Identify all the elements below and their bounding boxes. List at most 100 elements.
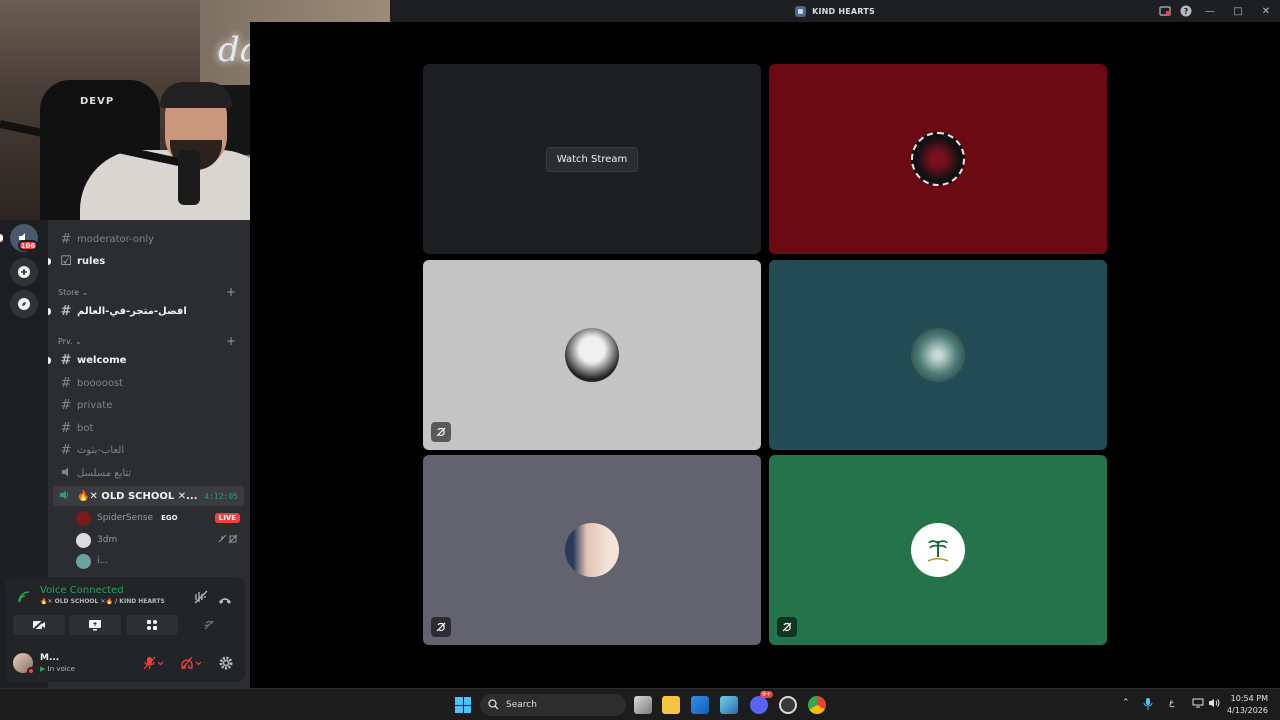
language-indicator[interactable]: ع [1169, 698, 1174, 708]
search-label: Search [506, 700, 537, 710]
user-status-text: In voice [47, 665, 75, 673]
channel-rules[interactable]: ☑ rules [53, 251, 244, 271]
voice-stage: Watch Stream [250, 22, 1280, 688]
close-icon[interactable]: ✕ [1252, 6, 1280, 17]
voice-channel-label: 🔥✕ OLD SCHOOL ✕... [77, 490, 198, 502]
voice-channel-old-school[interactable]: 🔥✕ OLD SCHOOL ✕... 4:12:05 [53, 486, 244, 506]
live-badge: LIVE [214, 513, 240, 523]
stream-tile[interactable]: Watch Stream [423, 64, 761, 254]
discover-icon[interactable] [10, 290, 38, 318]
hash-icon: # [60, 231, 72, 247]
category-label: Prv. ⌄ [58, 336, 82, 346]
deafen-icon[interactable] [181, 655, 203, 674]
participant-tile[interactable] [423, 260, 761, 450]
speaker-icon [59, 490, 73, 503]
video-off-icon [431, 422, 451, 442]
voice-member[interactable]: SpiderSense EGO LIVE [76, 508, 244, 528]
hash-icon: # [60, 375, 72, 391]
voice-member[interactable]: i... [76, 551, 244, 571]
channel-private[interactable]: # private [53, 395, 244, 415]
channel-label: rules [77, 255, 106, 267]
taskbar-clock[interactable]: 10:54 PM 4/13/2026 [1227, 693, 1268, 717]
taskbar-search[interactable]: Search [480, 694, 626, 716]
discord-taskbar-icon[interactable] [750, 696, 768, 714]
member-name: SpiderSense [97, 513, 154, 523]
add-server-icon[interactable] [10, 258, 38, 286]
voice-channel-name[interactable]: 🔥✕ OLD SCHOOL ✕🔥 / KIND HEARTS [40, 598, 165, 605]
channel-games[interactable]: # العاب-بثوث [53, 440, 244, 460]
member-name: 3dm [97, 535, 118, 545]
svg-text:?: ? [1184, 7, 1189, 16]
mic-muted-icon[interactable] [143, 655, 165, 674]
unread-pip [48, 357, 51, 364]
voice-status-icon: ▶ [40, 665, 46, 673]
participant-tile[interactable] [423, 455, 761, 645]
username[interactable]: M... [40, 653, 59, 663]
category-prv[interactable]: Prv. ⌄ + [58, 334, 244, 348]
add-channel-icon[interactable]: + [226, 285, 236, 299]
network-icon[interactable] [1192, 698, 1204, 711]
headset [160, 82, 232, 108]
volume-icon[interactable] [1208, 698, 1220, 711]
unread-pip [48, 308, 51, 315]
channel-welcome[interactable]: # welcome [53, 350, 244, 370]
participant-tile[interactable] [769, 64, 1107, 254]
participant-avatar [911, 523, 965, 577]
voice-timer: 4:12:05 [204, 491, 238, 501]
noise-suppression-icon[interactable] [194, 589, 208, 608]
maximize-icon[interactable]: □ [1224, 6, 1252, 17]
discord-badge: 9+ [760, 691, 773, 698]
participant-tile[interactable] [769, 260, 1107, 450]
mic-tray-icon[interactable] [1143, 698, 1153, 713]
add-channel-icon[interactable]: + [226, 334, 236, 348]
window-title-text: KIND HEARTS [812, 6, 875, 16]
server-selected-pill [0, 234, 3, 242]
channel-bot[interactable]: # bot [53, 418, 244, 438]
category-store[interactable]: Store ⌄ + [58, 285, 244, 299]
avatar [76, 553, 91, 569]
tray-chevron-icon[interactable]: ⌃ [1122, 698, 1130, 708]
participant-tile[interactable] [769, 455, 1107, 645]
clock-time: 10:54 PM [1230, 694, 1268, 703]
chrome-icon[interactable] [808, 696, 826, 714]
inbox-icon[interactable] [1158, 4, 1172, 18]
member-tag: EGO [161, 514, 178, 522]
activities-button[interactable] [126, 615, 178, 635]
channel-label: welcome [77, 354, 127, 366]
windows-taskbar: Search 9+ ⌃ ع 10:54 PM 4/13/2026 [0, 688, 1280, 720]
channel-moderator-only[interactable]: # moderator-only [53, 229, 244, 249]
app-icon[interactable] [779, 696, 797, 714]
clock-date: 4/13/2026 [1226, 706, 1268, 715]
palm-emblem-icon [927, 540, 949, 562]
windows-start-icon[interactable] [455, 697, 471, 713]
hash-icon: # [60, 442, 72, 458]
help-icon[interactable]: ? [1179, 4, 1193, 18]
app-icon[interactable] [720, 696, 738, 714]
title-bar: KIND HEARTS ? — □ ✕ [390, 0, 1280, 22]
mention-badge: 106 [18, 240, 38, 251]
disconnect-icon[interactable] [218, 591, 232, 610]
rules-icon: ☑ [60, 253, 72, 269]
channel-label: العاب-بثوث [77, 444, 125, 456]
screenshare-button[interactable] [69, 615, 121, 635]
minimize-icon[interactable]: — [1196, 6, 1224, 17]
signal-icon [17, 589, 31, 608]
store-icon[interactable] [691, 696, 709, 714]
watch-stream-button[interactable]: Watch Stream [545, 146, 639, 172]
hash-icon: # [60, 420, 72, 436]
status-dot [27, 667, 35, 675]
speaker-icon [59, 466, 73, 481]
camera-button[interactable] [13, 615, 65, 635]
video-off-icon [777, 617, 797, 637]
channel-store[interactable]: # افضل-متجر-في-العالم [53, 301, 244, 321]
channel-booooost[interactable]: # booooost [53, 373, 244, 393]
voice-member[interactable]: 3dm [76, 530, 244, 550]
voice-status[interactable]: Voice Connected [40, 585, 124, 596]
file-explorer-icon[interactable] [662, 696, 680, 714]
task-view-icon[interactable] [634, 696, 652, 714]
member-name: i... [97, 556, 109, 566]
settings-gear-icon[interactable] [219, 655, 233, 674]
soundboard-button[interactable] [183, 615, 235, 635]
user-panel: M... ▶ In voice [5, 642, 245, 682]
voice-channel-series[interactable]: تتابع مسلسل [53, 463, 244, 483]
